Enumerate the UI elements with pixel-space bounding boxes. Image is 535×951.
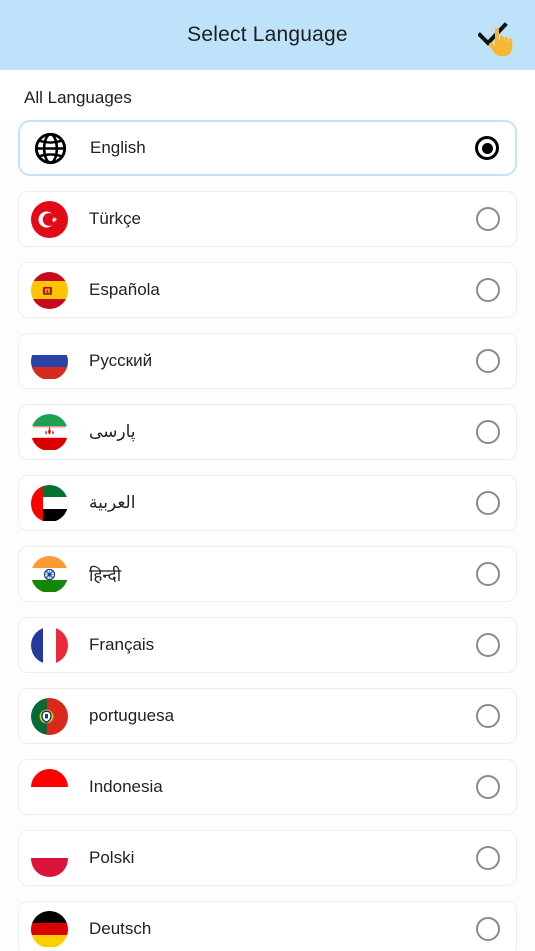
language-row[interactable]: Deutsch: [18, 901, 517, 951]
language-row[interactable]: Española: [18, 262, 517, 318]
language-name: portuguesa: [89, 706, 175, 725]
language-name: العربية: [89, 493, 136, 512]
language-row[interactable]: پارسی: [18, 404, 517, 460]
radio-button[interactable]: [476, 562, 500, 586]
language-name: English: [90, 138, 146, 157]
language-name: Polski: [89, 848, 135, 867]
flag-france-icon: [31, 626, 68, 664]
flag-poland-icon: [31, 839, 68, 877]
radio-button[interactable]: [476, 775, 500, 799]
language-row[interactable]: Indonesia: [18, 759, 517, 815]
check-icon: [478, 22, 508, 46]
language-row[interactable]: हिन्दी: [18, 546, 517, 602]
language-list: English Türkçe Española Русский پارسی ال…: [0, 120, 535, 951]
flag-spain-icon: [31, 271, 68, 309]
radio-button-selected[interactable]: [475, 136, 499, 160]
confirm-button[interactable]: [465, 0, 521, 70]
language-name: Русский: [89, 351, 153, 370]
flag-indonesia-icon: [31, 768, 68, 806]
language-name: हिन्दी: [89, 565, 122, 585]
flag-germany-icon: [31, 910, 68, 948]
language-row[interactable]: Türkçe: [18, 191, 517, 247]
radio-button[interactable]: [476, 704, 500, 728]
radio-button[interactable]: [476, 420, 500, 444]
language-row[interactable]: English: [18, 120, 517, 176]
section-label: All Languages: [0, 70, 535, 120]
app-bar: Select Language: [0, 0, 535, 70]
language-name: Española: [89, 280, 160, 299]
flag-turkey-icon: [31, 200, 68, 238]
globe-icon: [32, 129, 69, 167]
flag-iran-icon: [31, 413, 68, 451]
language-selection-screen: Select Language All Languages English Tü…: [0, 0, 535, 951]
page-title: Select Language: [187, 23, 348, 46]
language-name: Türkçe: [89, 209, 141, 228]
language-name: Indonesia: [89, 777, 163, 796]
language-name: پارسی: [89, 422, 136, 441]
language-row[interactable]: portuguesa: [18, 688, 517, 744]
language-row[interactable]: Polski: [18, 830, 517, 886]
language-row[interactable]: العربية: [18, 475, 517, 531]
flag-portugal-icon: [31, 697, 68, 735]
flag-india-icon: [31, 555, 68, 593]
language-name: Français: [89, 635, 155, 654]
flag-uae-icon: [31, 484, 68, 522]
language-row[interactable]: Français: [18, 617, 517, 673]
language-row[interactable]: Русский: [18, 333, 517, 389]
radio-button[interactable]: [476, 846, 500, 870]
radio-button[interactable]: [476, 278, 500, 302]
radio-button[interactable]: [476, 207, 500, 231]
radio-button[interactable]: [476, 917, 500, 941]
flag-russia-icon: [31, 342, 68, 380]
radio-button[interactable]: [476, 633, 500, 657]
radio-button[interactable]: [476, 491, 500, 515]
language-name: Deutsch: [89, 919, 152, 938]
radio-button[interactable]: [476, 349, 500, 373]
